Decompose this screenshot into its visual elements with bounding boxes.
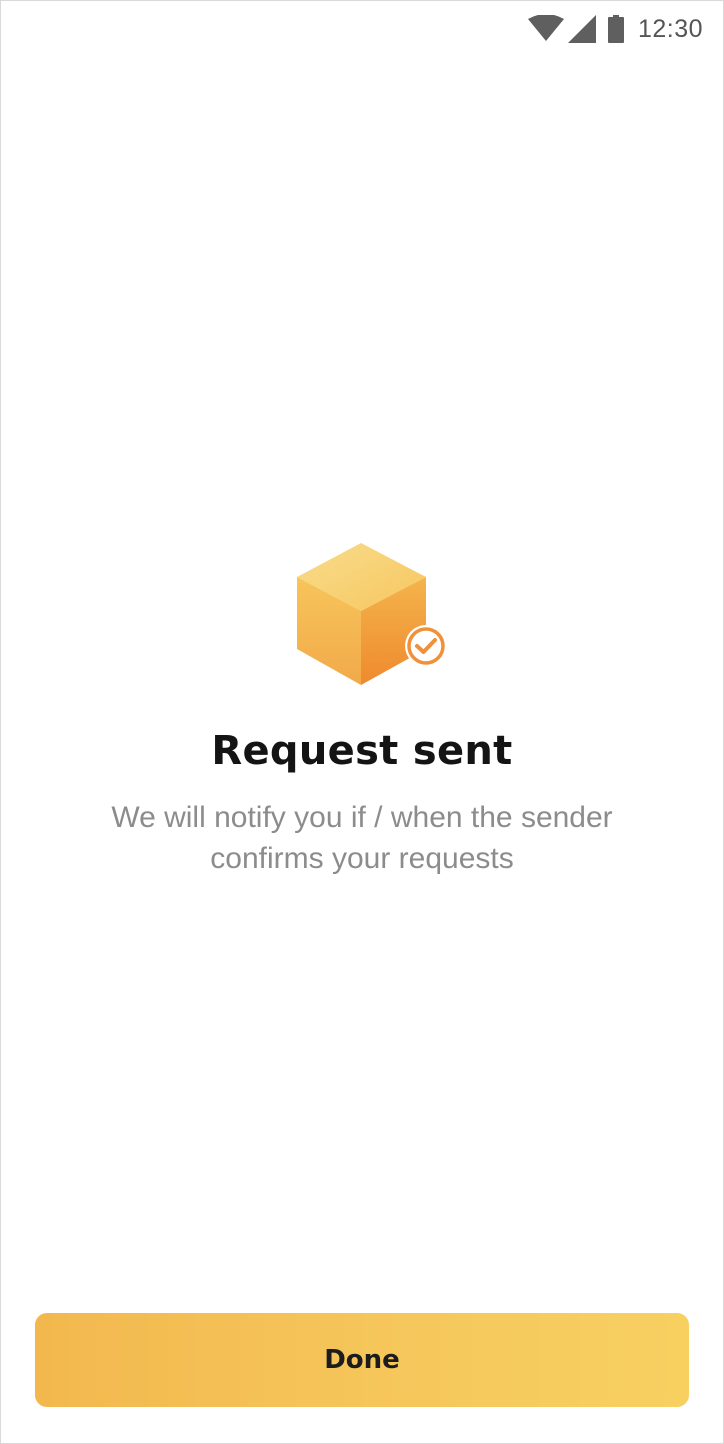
status-time: 12:30 — [637, 14, 703, 43]
check-badge-icon — [405, 625, 447, 667]
request-sent-screen: 12:30 Request sent We will notify you if… — [0, 0, 724, 1444]
done-button-label: Done — [324, 1345, 400, 1375]
confirmation-message: We will notify you if / when the sender … — [111, 801, 613, 875]
battery-icon — [607, 15, 624, 43]
package-check-icon — [295, 541, 455, 691]
status-bar: 12:30 — [463, 1, 723, 57]
done-button[interactable]: Done — [35, 1313, 689, 1407]
cellular-signal-icon — [567, 15, 596, 43]
wifi-icon — [527, 15, 564, 43]
confirmation-title: Request sent — [211, 728, 513, 774]
